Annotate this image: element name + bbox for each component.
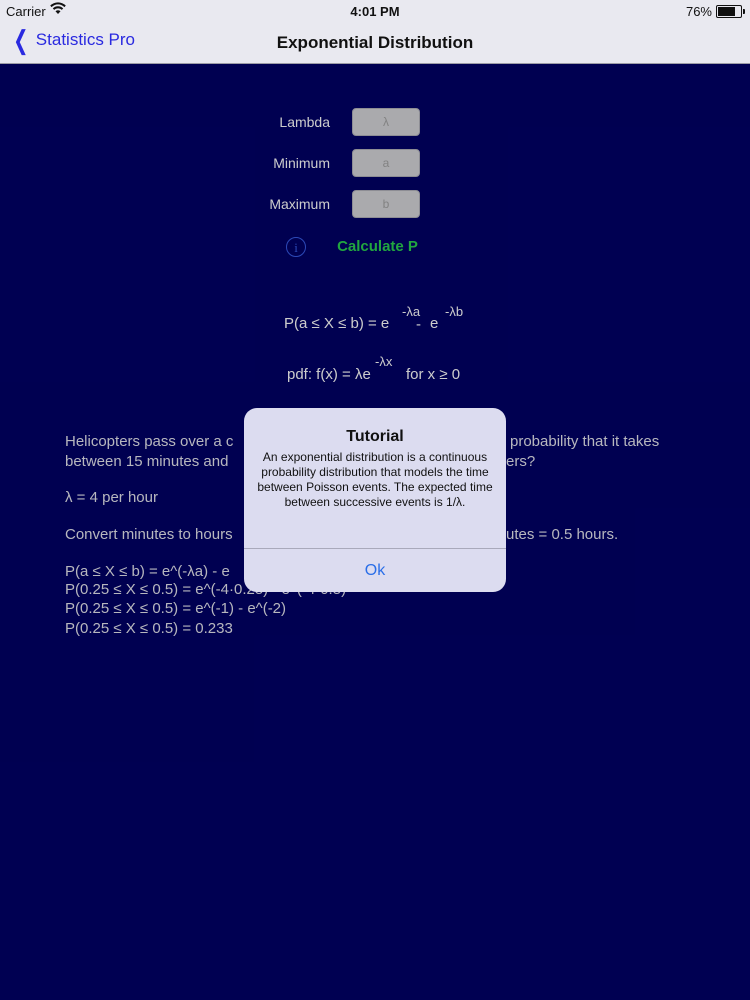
page-title: Exponential Distribution (276, 33, 474, 52)
alert-message: An exponential distribution is a continu… (257, 450, 493, 509)
tutorial-alert: Tutorial An exponential distribution is … (244, 408, 506, 592)
ok-button[interactable]: Ok (244, 549, 506, 592)
battery-icon (716, 5, 745, 18)
status-bar: Carrier 4:01 PM 76% (0, 0, 750, 22)
navigation-bar: ❮ Statistics Pro Exponential Distributio… (0, 22, 750, 64)
status-time: 4:01 PM (350, 4, 400, 19)
battery-percent: 76% (685, 4, 712, 19)
alert-title: Tutorial (346, 428, 404, 445)
